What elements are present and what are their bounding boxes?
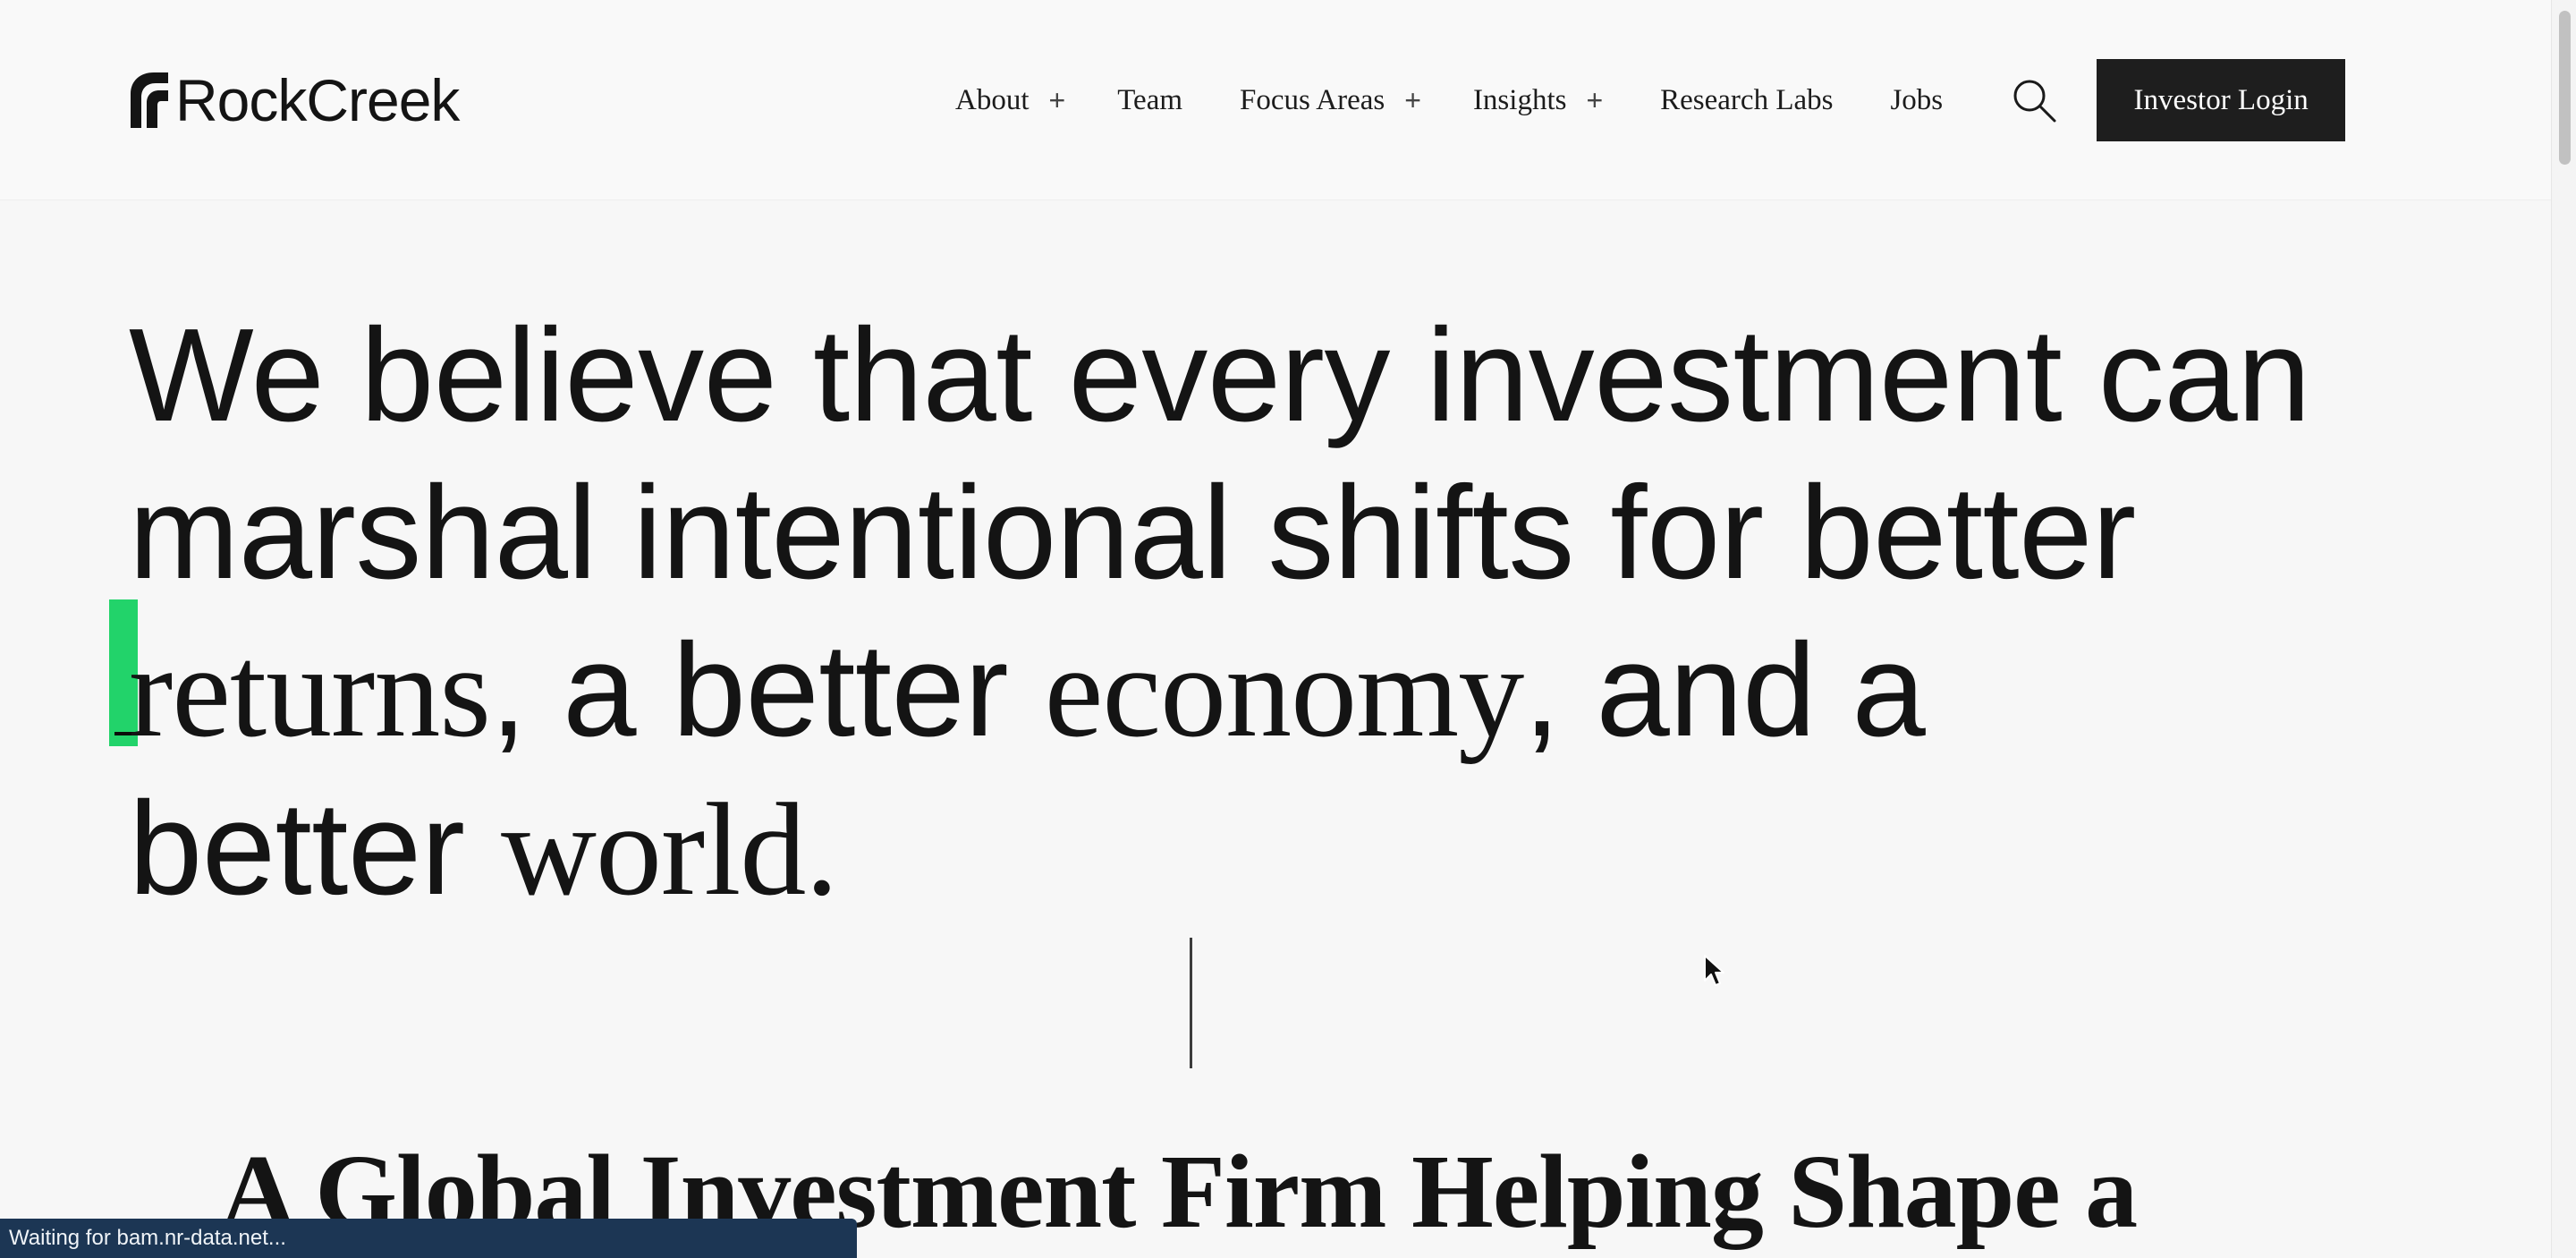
hero-text-better: better (129, 775, 502, 922)
investor-login-button[interactable]: Investor Login (2097, 59, 2346, 141)
hero-text-a-better: , a better (489, 616, 1045, 764)
nav-insights[interactable]: Insights + (1473, 84, 1603, 117)
nav-focus-areas-label: Focus Areas (1240, 83, 1385, 116)
site-header: RockCreek About + Team Focus Areas + Ins… (0, 0, 2551, 200)
nav-research-labs[interactable]: Research Labs (1660, 84, 1833, 117)
nav-jobs[interactable]: Jobs (1890, 84, 1943, 117)
search-icon[interactable] (2011, 77, 2057, 123)
scrollbar-thumb[interactable] (2559, 11, 2571, 165)
hero-statement: We believe that every investment can mar… (129, 297, 2310, 929)
site-logo[interactable]: RockCreek (129, 64, 460, 136)
nav-research-labs-label: Research Labs (1660, 83, 1834, 116)
nav-jobs-label: Jobs (1890, 83, 1944, 116)
mouse-pointer-icon (1704, 955, 1724, 986)
browser-status-bar: Waiting for bam.nr-data.net... (0, 1219, 857, 1258)
hero-line-1: We believe that every investment can (129, 302, 2310, 449)
expand-plus-icon: + (1048, 83, 1066, 116)
hero-word-world: world. (501, 777, 838, 923)
rockcreek-logo-mark-icon (131, 72, 168, 128)
nav-about-label: About (955, 83, 1030, 116)
hero-word-returns: returns (129, 618, 491, 765)
nav-focus-areas[interactable]: Focus Areas + (1240, 84, 1421, 117)
hero-text-and-a: , and a (1523, 616, 1926, 764)
nav-about[interactable]: About + (955, 84, 1065, 117)
nav-team-label: Team (1117, 83, 1183, 116)
vertical-scrollbar[interactable] (2551, 0, 2576, 1258)
hero-word-economy: economy (1044, 618, 1524, 765)
expand-plus-icon: + (1586, 83, 1604, 116)
page: RockCreek About + Team Focus Areas + Ins… (0, 0, 2576, 1258)
hero-line-4: better world. (129, 770, 2275, 929)
main-nav: About + Team Focus Areas + Insights + Re… (955, 59, 2346, 141)
nav-insights-label: Insights (1472, 83, 1567, 116)
hero-line-3: returns, a better economy, and a (129, 612, 2275, 770)
nav-team[interactable]: Team (1117, 84, 1182, 117)
logo-wordmark: RockCreek (175, 67, 460, 133)
expand-plus-icon: + (1404, 83, 1421, 116)
vertical-divider (1190, 938, 1192, 1068)
hero-line-2: marshal intentional shifts for better (129, 459, 2136, 607)
